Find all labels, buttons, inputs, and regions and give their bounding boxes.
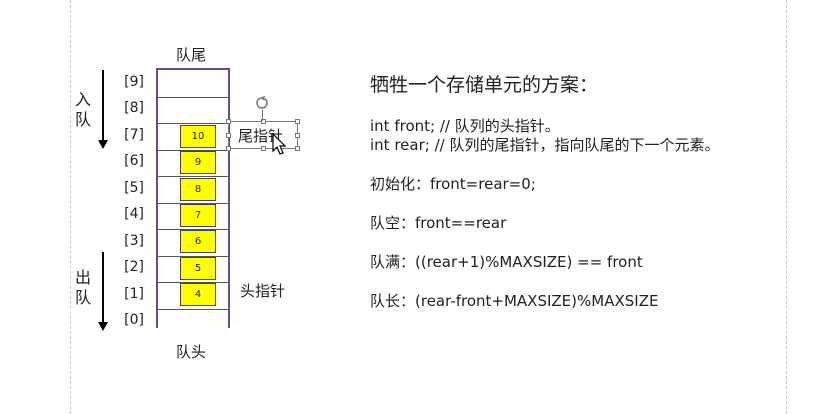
queue-cell: 8 xyxy=(180,178,216,201)
queue-cell: 9 xyxy=(180,151,216,174)
queue-front-label: 队头 xyxy=(176,343,207,361)
queue-cell: 10 xyxy=(180,125,216,148)
index-3: [3] xyxy=(124,233,144,249)
queue-cell: 4 xyxy=(180,283,216,306)
enqueue-arrow-line xyxy=(102,70,104,140)
slot-divider xyxy=(158,309,228,310)
full-condition: 队满：((rear+1)%MAXSIZE) == front xyxy=(370,253,643,271)
index-8: [8] xyxy=(124,100,144,116)
resize-handle[interactable] xyxy=(295,146,300,151)
resize-handle[interactable] xyxy=(226,119,231,124)
index-5: [5] xyxy=(124,180,144,196)
left-guide-line xyxy=(70,0,71,414)
enqueue-arrow-head xyxy=(98,140,108,149)
rotate-handle-icon[interactable] xyxy=(255,96,269,110)
rear-declaration: int rear; // 队列的尾指针，指向队尾的下一个元素。 xyxy=(370,136,720,154)
init-statement: 初始化：front=rear=0; xyxy=(370,175,536,193)
resize-handle[interactable] xyxy=(226,133,231,138)
index-4: [4] xyxy=(124,206,144,222)
index-6: [6] xyxy=(124,153,144,169)
resize-handle[interactable] xyxy=(226,146,231,151)
dequeue-label: 出队 xyxy=(74,268,91,307)
queue-cell: 6 xyxy=(180,230,216,253)
slot-divider xyxy=(158,97,228,98)
rotate-connector-line xyxy=(262,110,263,121)
right-guide-line xyxy=(786,0,787,414)
slot-divider xyxy=(158,176,228,177)
dequeue-arrow-line xyxy=(102,252,104,322)
index-2: [2] xyxy=(124,259,144,275)
index-0: [0] xyxy=(124,312,144,328)
queue-rear-label: 队尾 xyxy=(176,46,207,64)
slot-divider xyxy=(158,123,228,124)
empty-condition: 队空：front==rear xyxy=(370,214,507,232)
index-7: [7] xyxy=(124,127,144,143)
cursor-arrow-icon xyxy=(272,133,287,155)
queue-cell: 7 xyxy=(180,204,216,227)
queue-cell: 5 xyxy=(180,257,216,280)
front-pointer-label: 头指针 xyxy=(240,282,286,300)
front-declaration: int front; // 队列的头指针。 xyxy=(370,117,560,135)
resize-handle[interactable] xyxy=(261,146,266,151)
index-9: [9] xyxy=(124,74,144,90)
resize-handle[interactable] xyxy=(295,119,300,124)
queue-array: 10 9 8 7 6 5 4 xyxy=(156,68,230,328)
length-formula: 队长：(rear-front+MAXSIZE)%MAXSIZE xyxy=(370,292,659,310)
scheme-heading: 牺牲一个存储单元的方案： xyxy=(370,74,599,96)
resize-handle[interactable] xyxy=(295,133,300,138)
dequeue-arrow-head xyxy=(98,322,108,331)
enqueue-label: 入队 xyxy=(74,90,91,129)
index-1: [1] xyxy=(124,286,144,302)
